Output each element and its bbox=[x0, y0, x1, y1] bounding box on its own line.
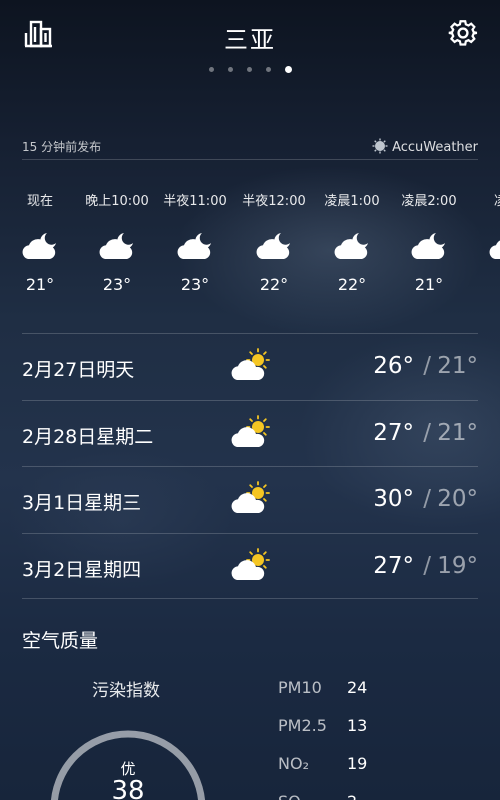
hourly-temp: 23° bbox=[102, 275, 132, 294]
cloudy-night-icon bbox=[22, 233, 56, 259]
hourly-item: 半夜11:00 23° bbox=[150, 190, 240, 294]
hourly-temp: 22° bbox=[259, 275, 289, 294]
hourly-time: 晚上10:00 bbox=[85, 194, 149, 209]
cloudy-night-icon bbox=[256, 233, 290, 259]
publish-info-row: 15 分钟前发布 AccuWeather bbox=[22, 136, 478, 160]
pollutant-name: NO₂ bbox=[278, 754, 309, 773]
page-indicator[interactable] bbox=[0, 66, 500, 73]
pollutant-row: NO₂ 19 bbox=[278, 754, 398, 792]
hourly-item: 凌晨 2 bbox=[462, 190, 500, 294]
daily-row[interactable]: 3月2日星期四 27° /19° bbox=[22, 532, 478, 599]
pollutant-value: 24 bbox=[347, 678, 368, 697]
partly-sunny-icon bbox=[231, 348, 270, 380]
cloudy-night-icon bbox=[411, 233, 445, 259]
hourly-time: 凌晨2:00 bbox=[401, 194, 457, 209]
pollutant-row: SO₂ 2 bbox=[278, 792, 398, 800]
daily-high-temp: 27° bbox=[373, 552, 414, 579]
page-dot[interactable] bbox=[246, 67, 252, 72]
provider-link[interactable]: AccuWeather bbox=[372, 138, 478, 155]
page-dot[interactable] bbox=[227, 67, 233, 72]
hourly-time: 半夜12:00 bbox=[242, 194, 306, 209]
settings-gear-icon[interactable] bbox=[448, 18, 478, 48]
temp-separator: / bbox=[423, 486, 431, 512]
hourly-temp: 2 bbox=[462, 275, 500, 294]
pollutant-value: 19 bbox=[347, 754, 368, 773]
air-quality-title: 空气质量 bbox=[22, 630, 99, 652]
pollutant-value: 2 bbox=[347, 792, 357, 800]
pollutant-name: SO₂ bbox=[278, 792, 307, 800]
daily-low-temp: 21° bbox=[437, 353, 478, 379]
pollutant-row: PM10 24 bbox=[278, 678, 398, 716]
hourly-time: 凌晨 bbox=[462, 190, 500, 209]
page-dot[interactable] bbox=[208, 67, 214, 72]
daily-low-temp: 19° bbox=[437, 552, 478, 579]
page-dot[interactable] bbox=[265, 67, 271, 72]
daily-date: 3月2日星期四 bbox=[22, 558, 142, 581]
daily-low-temp: 21° bbox=[437, 419, 478, 446]
hourly-item: 晚上10:00 23° bbox=[72, 190, 162, 294]
page-dot[interactable] bbox=[284, 66, 292, 73]
daily-forecast: 2月27日明天 26°/21° 2月28日星期二 27°/21° 3月1日星期三 30° /… bbox=[22, 333, 478, 599]
hourly-forecast[interactable]: 现在 21° 晚上10:00 23° 半夜11:00 23° 半夜12:00 22° 凌晨1:0… bbox=[0, 190, 500, 320]
daily-date: 2月27日明天 bbox=[22, 359, 135, 381]
daily-row[interactable]: 2月28日星期二 27° /21° bbox=[22, 399, 478, 467]
cloudy-night-icon bbox=[99, 233, 133, 259]
daily-row[interactable]: 3月1日星期三 30° /20° bbox=[22, 466, 478, 533]
daily-row[interactable]: 2月27日明天 26° /21° bbox=[22, 333, 478, 400]
pollutant-row: PM2.5 13 bbox=[278, 716, 398, 754]
hourly-item: 凌晨2:00 21° bbox=[384, 190, 474, 294]
hourly-temp: 21° bbox=[414, 275, 444, 294]
daily-high-temp: 26° bbox=[373, 353, 414, 379]
temp-separator: / bbox=[423, 552, 431, 579]
pollution-index-title: 污染指数 bbox=[92, 681, 160, 701]
hourly-time: 半夜11:00 bbox=[163, 194, 227, 209]
temp-separator: / bbox=[423, 353, 431, 379]
provider-name: AccuWeather bbox=[392, 140, 478, 155]
partly-sunny-icon bbox=[231, 547, 270, 580]
hourly-item: 半夜12:00 22° bbox=[229, 190, 319, 294]
daily-high-temp: 30° bbox=[373, 486, 414, 512]
publish-time: 15 分钟前发布 bbox=[22, 140, 102, 154]
city-title: 三亚 bbox=[224, 26, 276, 54]
partly-sunny-icon bbox=[231, 481, 270, 513]
hourly-temp: 23° bbox=[180, 275, 210, 294]
daily-date: 2月28日星期二 bbox=[22, 425, 154, 448]
daily-high-temp: 27° bbox=[373, 419, 414, 446]
pollutant-list: PM10 24 PM2.5 13 NO₂ 19 SO₂ 2 bbox=[278, 678, 398, 800]
cloudy-night-icon bbox=[334, 233, 368, 259]
daily-low-temp: 20° bbox=[437, 486, 478, 512]
pollutant-name: PM2.5 bbox=[278, 716, 327, 735]
top-bar: 三亚 bbox=[0, 0, 500, 90]
pollutant-name: PM10 bbox=[278, 678, 322, 697]
cloudy-night-icon bbox=[177, 233, 211, 259]
pollutant-value: 13 bbox=[347, 716, 368, 735]
temp-separator: / bbox=[423, 419, 431, 446]
cloudy-night-icon bbox=[489, 240, 500, 259]
aqi-value: 38 bbox=[111, 776, 145, 800]
accuweather-sun-icon bbox=[372, 138, 388, 154]
daily-date: 3月1日星期三 bbox=[22, 492, 142, 514]
partly-sunny-icon bbox=[231, 414, 270, 447]
